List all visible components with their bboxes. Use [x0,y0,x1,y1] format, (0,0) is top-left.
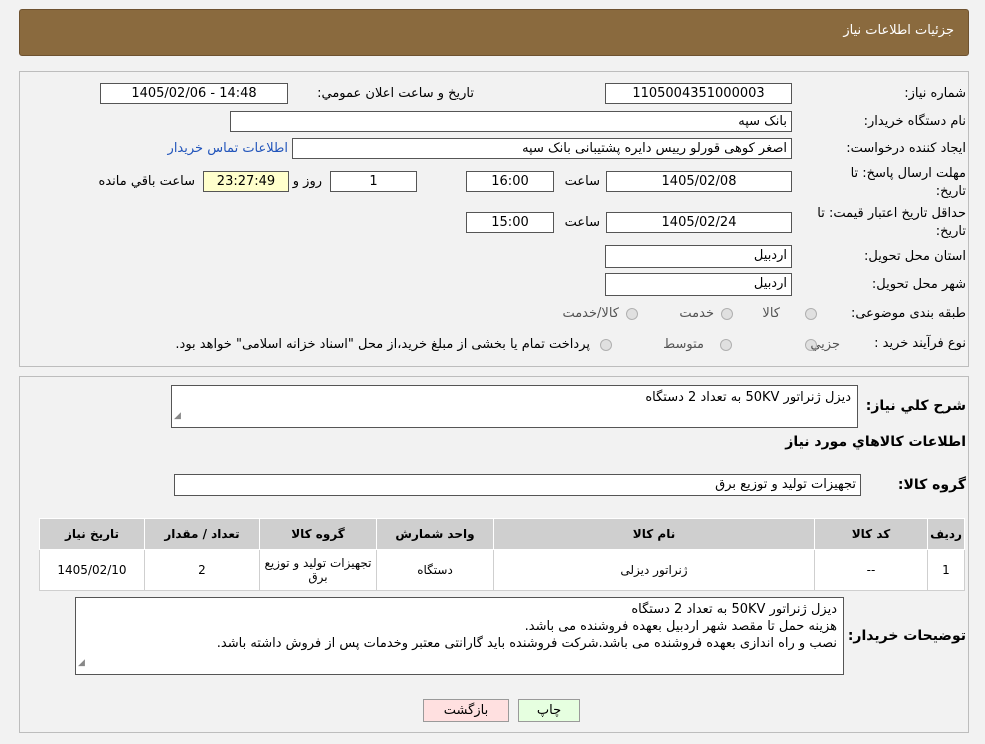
process-note: پرداخت تمام یا بخشی از مبلغ خرید،از محل … [175,337,590,352]
city-field: اردبيل [605,273,792,296]
requester-field: اصغر کوهی قورلو رییس دایره پشتیبانی بانک… [292,138,792,159]
summary-label: شرح کلي نياز: [865,398,966,414]
category-option-goods-service: کالا/خدمت [562,306,619,321]
remaining-time-field: 23:27:49 [203,171,289,192]
table-header-row: رديف کد کالا نام کالا واحد شمارش گروه کا… [39,518,965,550]
validity-label: حداقل تاريخ اعتبار قيمت: تا [817,206,966,221]
validity-date-field: 1405/02/24 [606,212,792,233]
process-label: نوع فرآيند خريد : [874,336,966,351]
summary-text: دیزل ژنراتور 50KV به تعداد 2 دستگاه [645,390,851,405]
city-label: شهر محل تحويل: [871,277,966,292]
province-label: استان محل تحويل: [864,249,966,264]
buyer-org-field: بانک سپه [230,111,792,132]
table-row: 1 -- ژنراتور دیزلی دستگاه تجهیزات تولید … [39,549,965,591]
deadline-time-field: 16:00 [466,171,554,192]
validity-time-field: 15:00 [466,212,554,233]
page-title: جزئیات اطلاعات نیاز [843,23,954,38]
deadline-time-label: ساعت [564,174,600,189]
category-label: طبقه بندی موضوعی: [850,306,966,321]
need-number-label: شماره نیاز: [904,86,966,101]
requester-label: ايجاد کننده درخواست: [846,141,966,156]
col-unit: واحد شمارش [376,518,494,550]
cell-row: 1 [927,549,965,591]
announce-datetime-field: 1405/02/06 - 14:48 [100,83,288,104]
validity-label-date: تاريخ: [935,224,966,239]
buyer-notes-line: هزینه حمل تا مقصد شهر اردبیل بعهده فروشن… [524,619,837,634]
buyer-notes-line: دیزل ژنراتور 50KV به تعداد 2 دستگاه [631,602,837,617]
category-radio-service[interactable] [721,308,733,320]
validity-time-label: ساعت [564,215,600,230]
days-label: روز و [292,174,322,189]
col-row: رديف [927,518,965,550]
days-remaining-field: 1 [330,171,417,192]
province-field: اردبيل [605,245,792,268]
process-radio-treasury[interactable] [600,339,612,351]
back-button[interactable]: بازگشت [423,699,509,722]
cell-unit: دستگاه [376,549,494,591]
summary-textarea[interactable]: دیزل ژنراتور 50KV به تعداد 2 دستگاه ◢ [171,385,858,428]
col-quantity: تعداد / مقدار [144,518,260,550]
resize-grip-icon[interactable]: ◢ [174,408,181,425]
col-name: نام کالا [493,518,815,550]
goods-group-field: تجهیزات تولید و توزیع برق [174,474,861,496]
buyer-org-label: نام دستگاه خريدار: [863,114,966,129]
cell-name: ژنراتور دیزلی [493,549,815,591]
col-need-date: تاريخ نياز [39,518,145,550]
deadline-label-date: تاريخ: [935,184,966,199]
cell-code: -- [814,549,928,591]
goods-group-label: گروه کالا: [897,477,966,493]
col-code: کد کالا [814,518,928,550]
deadline-date-field: 1405/02/08 [606,171,792,192]
category-option-goods: کالا [762,306,780,321]
buyer-contact-link[interactable]: اطلاعات تماس خريدار [168,141,288,156]
deadline-label: مهلت ارسال پاسخ: تا [850,166,966,181]
process-radio-medium[interactable] [720,339,732,351]
resize-grip-icon[interactable]: ◢ [78,655,85,672]
page-header: جزئیات اطلاعات نیاز [19,9,969,56]
items-section-title: اطلاعات کالاهاي مورد نياز [785,434,966,450]
buyer-notes-textarea[interactable]: دیزل ژنراتور 50KV به تعداد 2 دستگاه هزین… [75,597,844,675]
category-radio-goods-service[interactable] [626,308,638,320]
announce-label: تاریخ و ساعت اعلان عمومي: [317,86,474,101]
print-button[interactable]: چاپ [518,699,580,722]
cell-need-date: 1405/02/10 [39,549,145,591]
buyer-notes-line: نصب و راه اندازی بعهده فروشنده می باشد.ش… [216,636,837,651]
col-group: گروه کالا [259,518,377,550]
category-radio-goods[interactable] [805,308,817,320]
cell-quantity: 2 [144,549,260,591]
remaining-time-label: ساعت باقي مانده [98,174,195,189]
need-number-field: 1105004351000003 [605,83,792,104]
items-table: رديف کد کالا نام کالا واحد شمارش گروه کا… [39,518,965,591]
buyer-notes-label: توضيحات خريدار: [847,628,966,644]
category-option-service: خدمت [679,306,714,321]
process-option-medium: متوسط [663,337,704,352]
process-option-minor: جزيي [810,337,840,352]
cell-group: تجهیزات تولید و توزیع برق [259,549,377,591]
